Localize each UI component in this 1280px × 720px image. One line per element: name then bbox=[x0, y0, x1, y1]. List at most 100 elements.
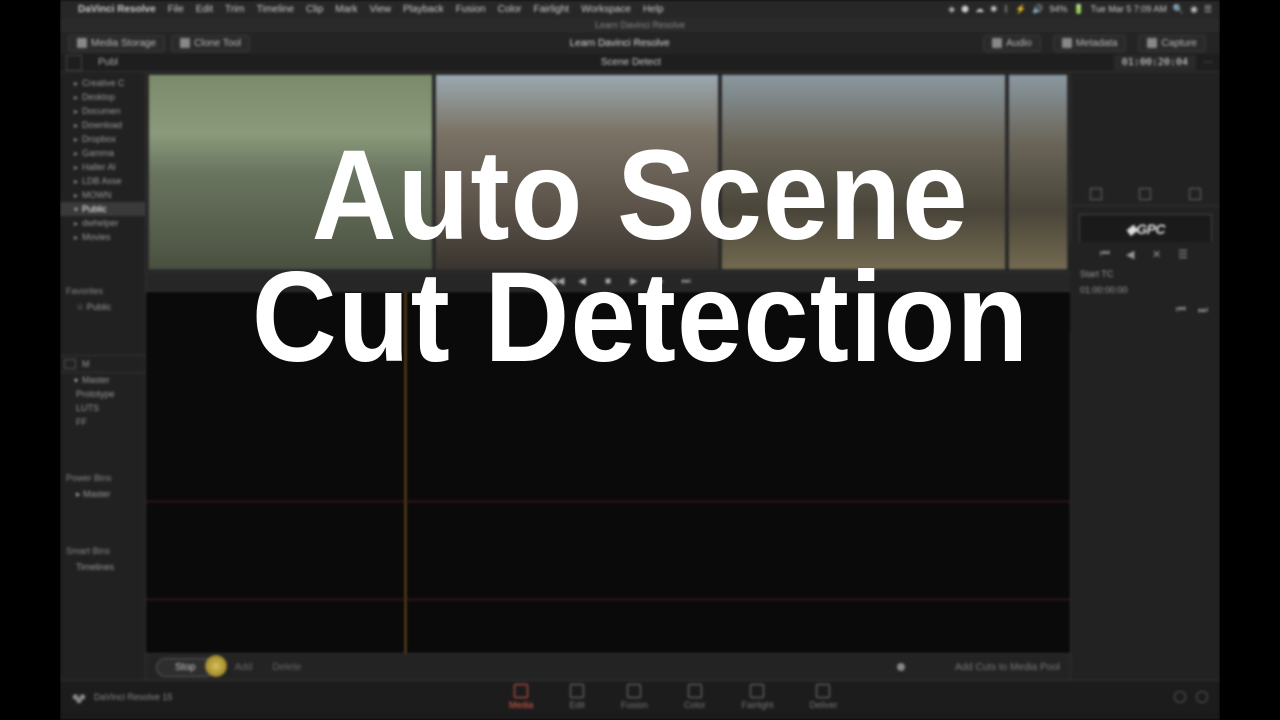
add-cuts-to-pool-button[interactable]: Add Cuts to Media Pool bbox=[955, 662, 1060, 673]
audio-panel-button[interactable]: Audio bbox=[983, 35, 1041, 52]
tree-item[interactable]: dwhelper bbox=[60, 216, 145, 230]
fusion-page-icon bbox=[627, 684, 641, 698]
metadata-panel-button[interactable]: Metadata bbox=[1053, 35, 1127, 52]
menu-fusion[interactable]: Fusion bbox=[456, 4, 486, 15]
step-back-icon[interactable]: ◀ bbox=[575, 276, 589, 288]
preview-frame-prev[interactable] bbox=[148, 74, 433, 270]
prev-icon[interactable]: ◀ bbox=[1126, 248, 1138, 260]
menu-playback[interactable]: Playback bbox=[403, 4, 444, 15]
tab-fairlight[interactable]: Fairlight bbox=[741, 684, 773, 710]
search-icon[interactable] bbox=[1139, 188, 1151, 200]
smart-bin-item[interactable]: Timelines bbox=[60, 560, 145, 574]
menu-mark[interactable]: Mark bbox=[335, 4, 357, 15]
menu-view[interactable]: View bbox=[370, 4, 392, 15]
tree-item[interactable]: Desktop bbox=[60, 90, 145, 104]
menu-edit[interactable]: Edit bbox=[196, 4, 213, 15]
tree-item[interactable]: LDB Asse bbox=[60, 174, 145, 188]
davinci-logo-icon bbox=[72, 690, 86, 704]
metadata-toolbar bbox=[1071, 182, 1220, 206]
menu-file[interactable]: File bbox=[168, 4, 184, 15]
next-clip-icon[interactable]: ⏭ bbox=[1198, 304, 1210, 316]
bin-item[interactable]: Prototype bbox=[60, 387, 145, 401]
tab-color[interactable]: Color bbox=[684, 684, 706, 710]
volume-icon[interactable]: 🔊 bbox=[1032, 4, 1043, 15]
step-fwd-icon[interactable]: ▶ bbox=[653, 276, 667, 288]
clock[interactable]: Tue Mar 5 7:09 AM bbox=[1091, 4, 1167, 14]
scene-cut-graph[interactable] bbox=[146, 292, 1070, 654]
media-storage-button[interactable]: Media Storage bbox=[68, 35, 165, 52]
list-icon[interactable]: ☰ bbox=[1178, 248, 1190, 260]
tree-item[interactable]: Documen bbox=[60, 104, 145, 118]
capture-button[interactable]: Capture bbox=[1138, 35, 1206, 52]
confidence-slider[interactable] bbox=[897, 663, 905, 671]
clip-thumbnail[interactable]: ◆GPC bbox=[1079, 214, 1212, 244]
power-bin-item[interactable]: ▸ Master bbox=[60, 487, 145, 502]
tab-edit[interactable]: Edit bbox=[569, 684, 585, 710]
timecode-display[interactable]: 01:00:20:04 bbox=[1114, 55, 1196, 70]
status-icon[interactable]: ◈ bbox=[948, 4, 955, 15]
siri-icon[interactable]: ◉ bbox=[1190, 4, 1198, 15]
wifi-icon[interactable]: ⚡ bbox=[1015, 4, 1026, 15]
app-menu[interactable]: DaVinci Resolve bbox=[78, 4, 156, 15]
menu-trim[interactable]: Trim bbox=[225, 4, 245, 15]
home-icon[interactable] bbox=[1174, 691, 1186, 703]
preview-frame-next[interactable] bbox=[721, 74, 1006, 270]
tab-deliver[interactable]: Deliver bbox=[809, 684, 837, 710]
clone-tool-button[interactable]: Clone Tool bbox=[171, 35, 250, 52]
tree-item-public[interactable]: Public bbox=[60, 202, 145, 216]
tree-item[interactable]: Creative C bbox=[60, 76, 145, 90]
options-menu-icon[interactable]: ⋯ bbox=[1200, 57, 1216, 68]
macos-menubar: DaVinci Resolve File Edit Trim Timeline … bbox=[60, 0, 1220, 18]
tree-item[interactable]: Haller Al bbox=[60, 160, 145, 174]
tree-item[interactable]: Movies bbox=[60, 230, 145, 244]
project-settings-icon[interactable] bbox=[1196, 691, 1208, 703]
tree-item[interactable]: Dropbox bbox=[60, 132, 145, 146]
preview-frame-edge[interactable] bbox=[1008, 74, 1068, 270]
menu-workspace[interactable]: Workspace bbox=[581, 4, 631, 15]
status-icon[interactable]: ⬢ bbox=[961, 4, 969, 15]
media-pool-tab[interactable]: M bbox=[82, 359, 90, 369]
auto-scene-detect-button[interactable]: Stop bbox=[156, 658, 215, 677]
view-toggle-icon[interactable] bbox=[64, 359, 76, 369]
status-icon[interactable]: ☁ bbox=[975, 4, 984, 15]
menu-clip[interactable]: Clip bbox=[306, 4, 323, 15]
prev-clip-icon[interactable]: ⏮ bbox=[1176, 304, 1188, 316]
menu-color[interactable]: Color bbox=[498, 4, 522, 15]
menu-fairlight[interactable]: Fairlight bbox=[534, 4, 570, 15]
bin-master[interactable]: Master bbox=[60, 373, 145, 387]
tree-item[interactable]: Gamma bbox=[60, 146, 145, 160]
battery-status[interactable]: 94% bbox=[1049, 4, 1067, 14]
delete-cut-button[interactable]: Delete bbox=[272, 662, 301, 673]
media-storage-sidebar: Creative C Desktop Documen Download Drop… bbox=[60, 72, 146, 680]
metadata-icon bbox=[1062, 38, 1072, 48]
close-icon[interactable]: ✕ bbox=[1152, 248, 1164, 260]
prev-cut-icon[interactable]: ◀◀ bbox=[549, 276, 563, 288]
list-view-toggle[interactable] bbox=[66, 55, 82, 71]
location-tab[interactable]: Publ bbox=[88, 57, 128, 68]
power-bins-header: Power Bins bbox=[60, 469, 145, 487]
menu-timeline[interactable]: Timeline bbox=[257, 4, 294, 15]
preview-frame-current[interactable] bbox=[435, 74, 720, 270]
last-frame-icon[interactable]: ⏭ bbox=[679, 276, 693, 288]
stop-icon[interactable]: ■ bbox=[601, 276, 615, 288]
spotlight-icon[interactable]: 🔍 bbox=[1173, 4, 1184, 15]
bin-item[interactable]: LUTS bbox=[60, 401, 145, 415]
notifications-icon[interactable]: ☰ bbox=[1204, 4, 1212, 15]
status-icon[interactable]: ✱ bbox=[990, 4, 998, 15]
in-point-icon[interactable]: ⏮ bbox=[1100, 248, 1112, 260]
tree-item[interactable]: MOWN bbox=[60, 188, 145, 202]
play-icon[interactable]: ▶ bbox=[627, 276, 641, 288]
tab-media[interactable]: Media bbox=[509, 684, 534, 710]
options-icon[interactable] bbox=[1189, 188, 1201, 200]
battery-icon[interactable]: 🔋 bbox=[1073, 4, 1084, 15]
sort-icon[interactable] bbox=[1090, 188, 1102, 200]
menu-help[interactable]: Help bbox=[643, 4, 664, 15]
bin-item[interactable]: FF bbox=[60, 415, 145, 429]
favorite-item[interactable]: ☆ Public bbox=[60, 300, 145, 315]
threshold-line[interactable] bbox=[146, 501, 1070, 502]
add-cut-button[interactable]: Add bbox=[235, 662, 253, 673]
tab-fusion[interactable]: Fusion bbox=[621, 684, 648, 710]
first-frame-icon[interactable]: ⏮ bbox=[523, 276, 537, 288]
tree-item[interactable]: Download bbox=[60, 118, 145, 132]
bluetooth-icon[interactable]: ᛒ bbox=[1004, 4, 1009, 14]
